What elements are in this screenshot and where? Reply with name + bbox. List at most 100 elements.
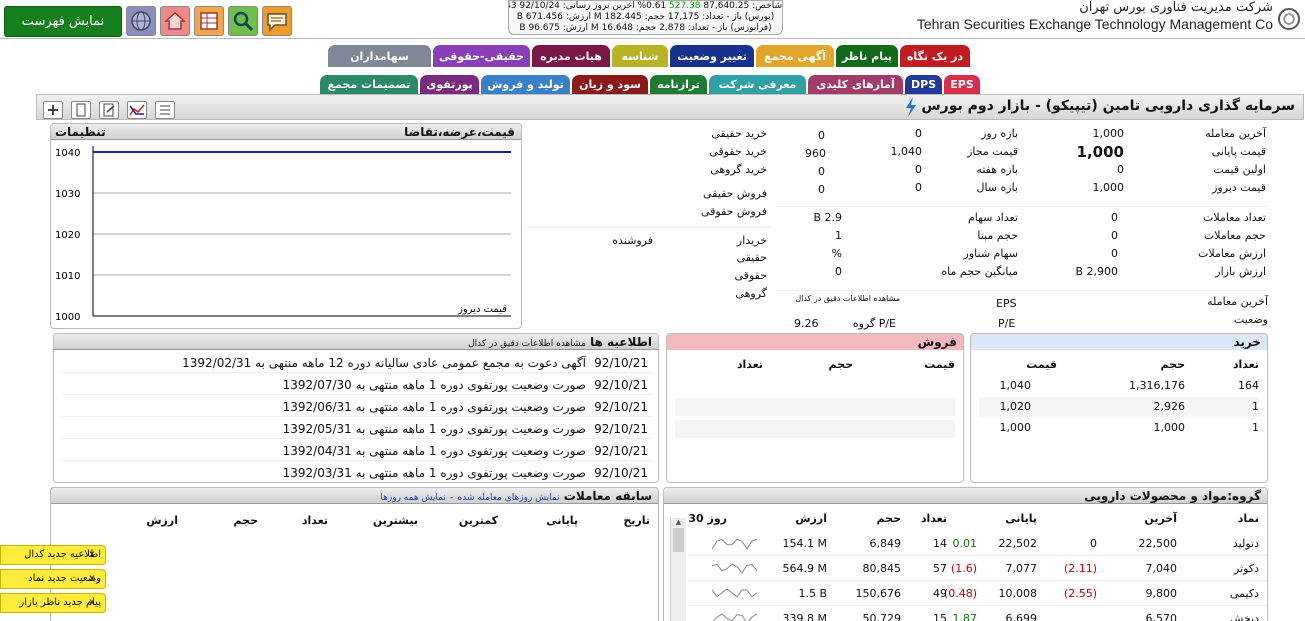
group-symbol[interactable]: دکوثر xyxy=(1234,562,1259,575)
news-text[interactable]: صورت وضعیت پورتفوی دوره 1 ماهه منتهی به … xyxy=(283,400,586,414)
show-all-days-link[interactable]: نمایش همه روزها xyxy=(380,493,445,503)
tab-dps[interactable]: DPS xyxy=(905,75,942,94)
news-item[interactable]: 92/10/21 صورت وضعیت پورتفوی دوره 1 ماهه م… xyxy=(62,440,652,461)
avg-month-volume-value: 0 xyxy=(835,265,842,278)
first-price-value: 0 xyxy=(1117,163,1124,176)
group-col-7[interactable]: ارزش xyxy=(795,512,827,525)
globe-icon[interactable] xyxy=(126,6,156,36)
notice-toast[interactable]: پیام جدید ناظر بازار x xyxy=(0,593,106,613)
news-text[interactable]: صورت وضعیت پورتفوی دوره 1 ماهه منتهی به … xyxy=(283,466,586,480)
group-symbol[interactable]: دکیمی xyxy=(1230,587,1259,600)
tab-assembly-notice[interactable]: آگهی مجمع xyxy=(756,45,834,67)
news-item[interactable]: 92/10/21 آگهی دعوت به مجمع عمومی عادی سال… xyxy=(62,352,652,373)
history-col-4[interactable]: تعداد xyxy=(302,514,328,527)
add-icon[interactable] xyxy=(43,101,63,119)
tab-eps[interactable]: EPS xyxy=(944,75,980,94)
print-icon[interactable] xyxy=(71,101,91,119)
tab-key-stats[interactable]: آمارهای کلیدی xyxy=(808,75,903,94)
group-final-change: 1.87 xyxy=(952,612,978,621)
history-col-6[interactable]: ارزش xyxy=(146,514,178,527)
group-row[interactable]: دکیمی 9,800 (2.55) 10,008 (0.48) 49 150,676 1.5… xyxy=(688,582,1267,606)
market-value-value: 2,900 B xyxy=(1075,265,1118,278)
news-date: 92/10/21 xyxy=(594,466,648,480)
buy-price: 1,040 xyxy=(999,379,1032,392)
tab-profit-loss[interactable]: سود و زیان xyxy=(572,75,648,94)
legal-row-label: حقوقی xyxy=(734,269,767,282)
close-icon[interactable]: x xyxy=(89,573,95,584)
tab-balance-sheet[interactable]: ترازنامه xyxy=(650,75,707,94)
tab-overview[interactable]: در یک نگاه xyxy=(900,45,970,67)
group-value: 339.8 M xyxy=(782,612,827,621)
group-col-8[interactable]: 30 روز xyxy=(688,512,727,525)
group-col-3[interactable]: پایانی xyxy=(1005,512,1037,525)
group-buy-label: خرید گروهی xyxy=(710,163,767,176)
news-item[interactable]: 92/10/21 صورت وضعیت پورتفوی دوره 1 ماهه م… xyxy=(62,418,652,439)
list-icon[interactable] xyxy=(155,101,175,119)
history-col-3[interactable]: بیشترین xyxy=(373,514,418,527)
real-row-label: حقیقی xyxy=(736,251,767,264)
history-col-1[interactable]: پایانی xyxy=(546,514,578,527)
float-value: % xyxy=(831,247,842,260)
tab-board[interactable]: هیات مدیره xyxy=(532,45,610,67)
group-scrollbar[interactable]: ▲ xyxy=(670,518,686,621)
news-kodal-link[interactable]: مشاهده اطلاعات دقیق در کدال xyxy=(468,339,586,349)
news-item[interactable]: 92/10/21 صورت وضعیت پورتفوی دوره 1 ماهه م… xyxy=(62,396,652,417)
tab-production-sales[interactable]: تولید و فروش xyxy=(481,75,570,94)
tab-identifier[interactable]: شناسه xyxy=(612,45,668,67)
group-symbol[interactable]: دتولید xyxy=(1233,537,1259,550)
company-name: شرکت مدیریت فناوری بورس تهران Tehran Sec… xyxy=(853,0,1273,32)
kodal-note-link[interactable]: مشاهده اطلاعات دقیق در کدال xyxy=(790,294,900,303)
company-name-fa: شرکت مدیریت فناوری بورس تهران xyxy=(1079,0,1273,15)
search-icon[interactable] xyxy=(228,6,258,36)
group-last-change: 0 xyxy=(1090,537,1097,550)
eps-label: EPS xyxy=(996,297,1017,310)
group-col-0[interactable]: نماد xyxy=(1238,512,1259,525)
news-item[interactable]: 92/10/21 صورت وضعیت پورتفوی دوره 1 ماهه م… xyxy=(62,374,652,395)
history-col-0[interactable]: تاریخ xyxy=(623,514,650,527)
buy-count: 1 xyxy=(1252,400,1259,413)
close-icon[interactable]: x xyxy=(89,597,95,608)
group-final: 7,077 xyxy=(1005,562,1038,575)
buy-volume: 1,000 xyxy=(1153,421,1186,434)
tab-supervisor-message[interactable]: پیام ناظر xyxy=(836,45,898,67)
news-text[interactable]: صورت وضعیت پورتفوی دوره 1 ماهه منتهی به … xyxy=(283,422,586,436)
share-count-label: تعداد سهام xyxy=(967,211,1018,224)
group-col-6[interactable]: حجم xyxy=(877,512,901,525)
group-final: 10,008 xyxy=(998,587,1038,600)
group-col-1[interactable]: آخرین xyxy=(1144,512,1177,525)
tab-status-change[interactable]: تغییر وضعیت xyxy=(670,45,754,67)
group-row[interactable]: دتولید 22,500 0 22,502 0.01 14 6,849 154.1 M xyxy=(688,532,1267,556)
close-icon[interactable]: x xyxy=(89,549,95,560)
group-col-5[interactable]: تعداد xyxy=(921,512,947,525)
show-list-button[interactable]: نمایش فهرست xyxy=(4,6,122,37)
tab-portfolio[interactable]: پورتفوی xyxy=(420,75,479,94)
chart-settings-link[interactable]: تنظیمات xyxy=(55,124,106,139)
message-icon[interactable] xyxy=(262,6,292,36)
news-text[interactable]: آگهی دعوت به مجمع عمومی عادی سالیانه دور… xyxy=(182,356,586,370)
price-chart-panel: قیمت،عرضه،تقاضا تنظیمات 1000 1010 1020 1030… xyxy=(50,123,522,329)
news-text[interactable]: صورت وضعیت پورتفوی دوره 1 ماهه منتهی به … xyxy=(283,378,586,392)
group-symbol[interactable]: دپخش xyxy=(1230,612,1259,621)
group-last-change: (2.55) xyxy=(1063,587,1097,600)
page-title: سرمایه گذاری دارویی تامین (تیپیکو) - باز… xyxy=(921,98,1295,114)
table-icon[interactable] xyxy=(194,6,224,36)
history-col-2[interactable]: کمترین xyxy=(459,514,498,527)
legal-buy-value: 960 xyxy=(805,147,826,160)
trade-count-value: 0 xyxy=(1111,211,1118,224)
tab-shareholders[interactable]: سهامداران xyxy=(328,45,431,67)
tab-real-legal[interactable]: حقیقی-حقوقی xyxy=(433,45,530,67)
chart-tool-icon[interactable] xyxy=(127,101,147,119)
news-text[interactable]: صورت وضعیت پورتفوی دوره 1 ماهه منتهی به … xyxy=(283,444,586,458)
show-traded-days-link[interactable]: نمایش روزهای معامله شده xyxy=(458,493,560,503)
home-icon[interactable] xyxy=(160,6,190,36)
notice-toast[interactable]: اطلاعیه جدید کدال x xyxy=(0,545,106,565)
history-col-5[interactable]: حجم xyxy=(234,514,258,527)
base-volume-value: 1 xyxy=(835,229,842,242)
edit-icon[interactable] xyxy=(99,101,119,119)
notice-toast[interactable]: وضعیت جدید نماد x xyxy=(0,569,106,589)
tab-assembly-decisions[interactable]: تصمیمات مجمع xyxy=(320,75,418,94)
tab-company-intro[interactable]: معرفی شرکت xyxy=(709,75,806,94)
group-row[interactable]: دپخش 6,570 6,699 1.87 15 50,729 339.8 M xyxy=(688,607,1267,621)
news-item[interactable]: 92/10/21 صورت وضعیت پورتفوی دوره 1 ماهه م… xyxy=(62,462,652,482)
group-row[interactable]: دکوثر 7,040 (2.11) 7,077 (1.6) 57 80,845 564.9 … xyxy=(688,557,1267,581)
